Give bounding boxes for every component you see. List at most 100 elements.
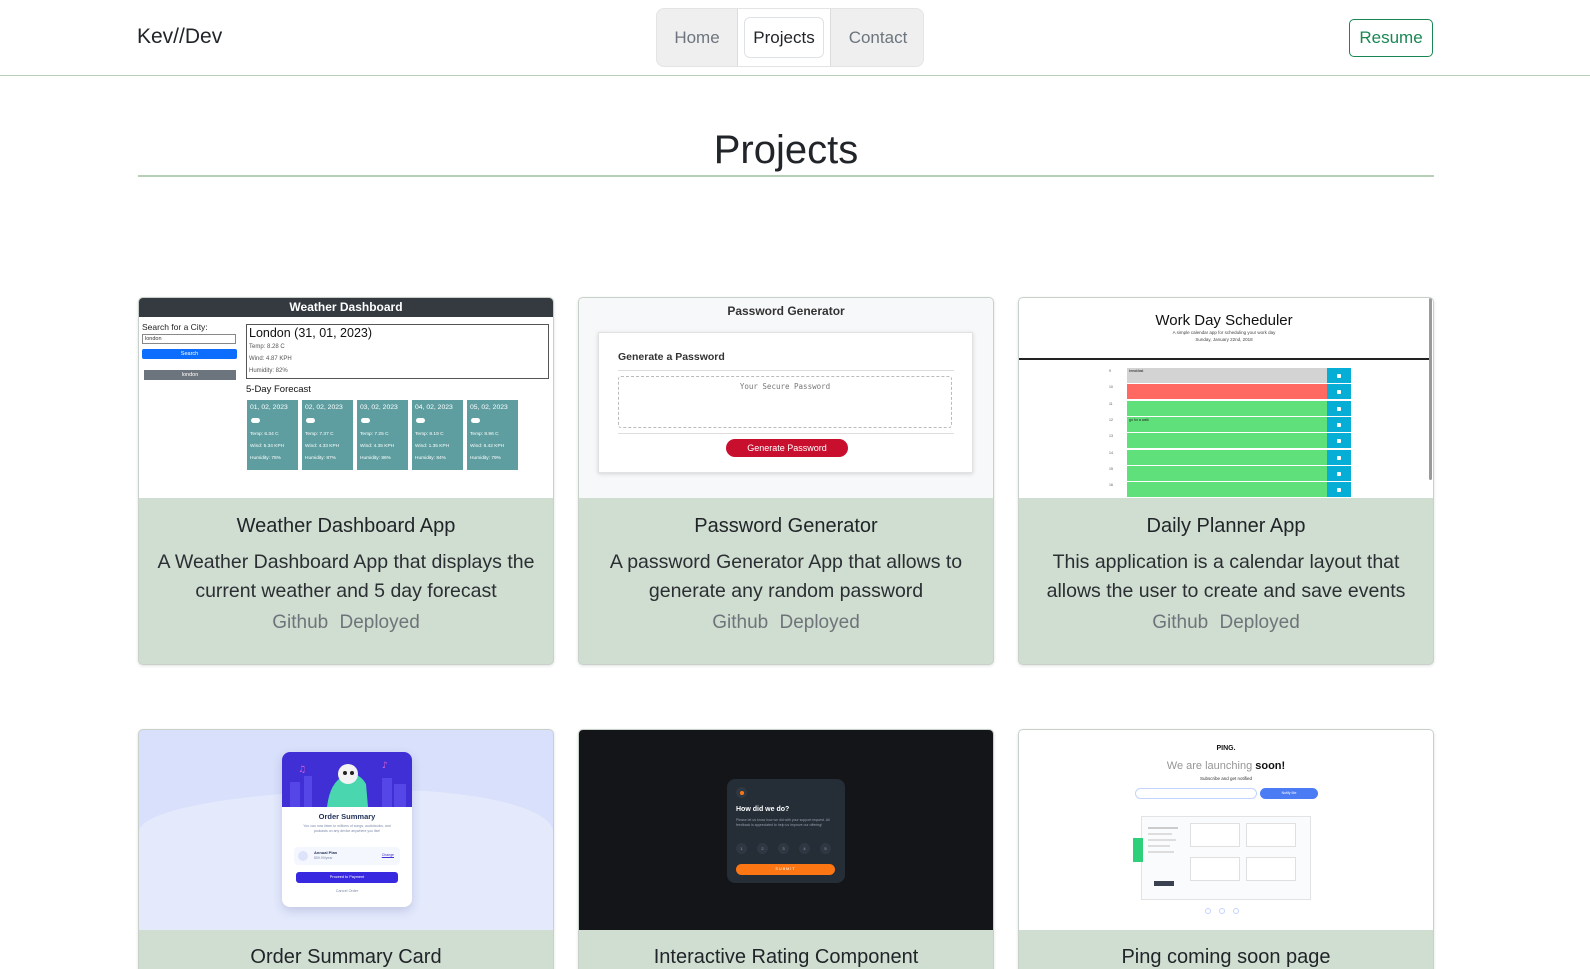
save-icon	[1327, 449, 1351, 466]
resume-button[interactable]: Resume	[1349, 19, 1433, 57]
deployed-link[interactable]: Deployed	[779, 612, 859, 633]
preview-planner-hour: 9	[1109, 369, 1111, 373]
preview-rating-option: 2	[757, 843, 768, 854]
preview-planner-event	[1127, 384, 1327, 401]
project-card-planner: Work Day Scheduler A simple calendar app…	[1018, 297, 1434, 665]
password-preview-image[interactable]: Password Generator Generate a Password Y…	[579, 298, 993, 498]
preview-social-icons	[1205, 908, 1245, 914]
save-icon	[1327, 384, 1351, 401]
deployed-link[interactable]: Deployed	[339, 612, 419, 633]
preview-date: Sunday, January 22nd, 2018	[1195, 337, 1253, 342]
preview-dashboard-illustration	[1141, 816, 1311, 900]
project-card-password: Password Generator Generate a Password Y…	[578, 297, 994, 665]
preview-forecast-card: 03, 02, 2023 Temp: 7.25 C Wind: 4.35 KPH Hu…	[357, 400, 408, 470]
card-body: Order Summary Card	[139, 930, 553, 969]
preview-rating-heading: How did we do?	[736, 806, 790, 813]
rating-preview-image[interactable]: How did we do? Please let us know how we…	[579, 730, 993, 930]
preview-forecast-humidity: Humidity: 86%	[360, 456, 391, 461]
preview-forecast-wind: Wind: 1.35 KPH	[415, 444, 450, 449]
preview-planner-rows: 9 breakfast 10 11 12 go for a walk 13 14 15 16	[1109, 368, 1351, 498]
save-icon	[1327, 433, 1351, 450]
preview-ping-sub: Subscribe and get notified	[1199, 776, 1253, 781]
preview-wind: Wind: 4.87 KPH	[249, 356, 292, 362]
preview-forecast-temp: Temp: 7.25 C	[360, 432, 389, 437]
card-description: A password Generator App that allows to …	[609, 551, 963, 602]
preview-rating-option: 3	[778, 843, 789, 854]
preview-forecast-temp: Temp: 6.34 C	[250, 432, 279, 437]
preview-hero: ♫ ♪	[282, 752, 412, 807]
preview-proceed-button: Proceed to Payment	[296, 872, 398, 883]
preview-header: Password Generator	[727, 304, 845, 318]
project-card-rating: How did we do? Please let us know how we…	[578, 729, 994, 969]
preview-forecast-temp: Temp: 8.19 C	[415, 432, 444, 437]
weather-icon	[251, 418, 260, 423]
preview-forecast-card: 04, 02, 2023 Temp: 8.19 C Wind: 1.35 KPH Hu…	[412, 400, 463, 470]
preview-forecast-temp: Temp: 7.37 C	[305, 432, 334, 437]
preview-planner-row: 11	[1109, 400, 1351, 417]
preview-cancel-link: Cancel Order	[335, 889, 359, 893]
tab-contact[interactable]: Contact	[831, 9, 925, 66]
preview-planner-hour: 15	[1109, 466, 1113, 471]
preview-rating-body: Please let us know how we did with your …	[736, 818, 830, 827]
preview-planner-event	[1127, 449, 1327, 466]
ping-preview-image[interactable]: PING. We are launching soon! Subscribe a…	[1019, 730, 1433, 930]
preview-divider	[1019, 358, 1429, 360]
github-link[interactable]: Github	[272, 612, 328, 633]
preview-tagline: A simple calendar app for scheduling you…	[1172, 330, 1276, 335]
preview-forecast-card: 01, 02, 2023 Temp: 6.34 C Wind: 5.34 KPH Hu…	[247, 400, 298, 470]
preview-forecast-card: 05, 02, 2023 Temp: 8.96 C Wind: 6.42 KPH Hu…	[467, 400, 518, 470]
preview-forecast-humidity: Humidity: 84%	[415, 456, 446, 461]
weather-icon	[361, 418, 370, 423]
deployed-link[interactable]: Deployed	[1219, 612, 1299, 633]
preview-planner-row: 13	[1109, 433, 1351, 450]
preview-forecast-humidity: Humidity: 87%	[305, 456, 336, 461]
weather-icon	[471, 418, 480, 423]
card-title: Weather Dashboard App	[236, 515, 456, 537]
preview-forecast-wind: Wind: 4.35 KPH	[360, 444, 395, 449]
card-description: This application is a calendar layout th…	[1046, 551, 1406, 602]
preview-plan-price: $59.99/year	[314, 856, 333, 860]
save-icon	[1327, 400, 1351, 417]
preview-planner-event	[1127, 433, 1327, 450]
preview-search-label: Search for a City:	[142, 322, 208, 332]
preview-email-input	[1135, 788, 1257, 799]
preview-planner-row: 12 go for a walk	[1109, 416, 1351, 433]
preview-card: Generate a Password Your Secure Password…	[598, 332, 973, 473]
preview-planner-row: 16	[1109, 482, 1351, 498]
card-links: Github Deployed	[1019, 612, 1433, 634]
card-links: Github Deployed	[139, 612, 553, 634]
tab-home[interactable]: Home	[657, 9, 737, 66]
music-illustration-icon: ♫ ♪	[290, 761, 406, 807]
preview-order-heading: Order Summary	[318, 812, 376, 821]
card-body: Ping coming soon page	[1019, 930, 1433, 969]
save-icon	[1327, 368, 1351, 384]
order-summary-preview-image[interactable]: ♫ ♪ Order Summary You can now listen to …	[139, 730, 553, 930]
planner-preview-image[interactable]: Work Day Scheduler A simple calendar app…	[1019, 298, 1433, 498]
github-link[interactable]: Github	[712, 612, 768, 633]
github-link[interactable]: Github	[1152, 612, 1208, 633]
preview-temp: Temp: 8.28 C	[249, 344, 285, 350]
preview-notify-button: Notify Me	[1260, 788, 1318, 799]
card-title: Ping coming soon page	[1121, 946, 1331, 968]
preview-forecast-wind: Wind: 5.34 KPH	[250, 444, 285, 449]
weather-preview-image[interactable]: Weather Dashboard Search for a City: lon…	[139, 298, 553, 498]
card-body: Interactive Rating Component	[579, 930, 993, 969]
weather-icon	[306, 418, 315, 423]
preview-planner-hour: 14	[1109, 450, 1113, 455]
preview-forecast-temp: Temp: 8.96 C	[470, 432, 499, 437]
project-card-weather: Weather Dashboard Search for a City: lon…	[138, 297, 554, 665]
project-card-order-summary: ♫ ♪ Order Summary You can now listen to …	[138, 729, 554, 969]
card-links: Github Deployed	[579, 612, 993, 634]
preview-forecast-date: 02, 02, 2023	[305, 404, 343, 411]
weather-icon	[416, 418, 425, 423]
preview-planner-event	[1127, 400, 1327, 417]
card-title: Order Summary Card	[250, 946, 442, 968]
brand-logo[interactable]: Kev//Dev	[137, 25, 222, 49]
preview-planner-event	[1127, 482, 1327, 498]
preview-submit-button: SUBMIT	[736, 864, 835, 875]
card-body: Weather Dashboard App A Weather Dashboar…	[139, 498, 553, 634]
save-icon	[1327, 465, 1351, 482]
tab-projects[interactable]: Projects	[737, 9, 831, 66]
star-icon	[736, 787, 747, 798]
preview-forecast-heading: 5-Day Forecast	[246, 384, 311, 395]
